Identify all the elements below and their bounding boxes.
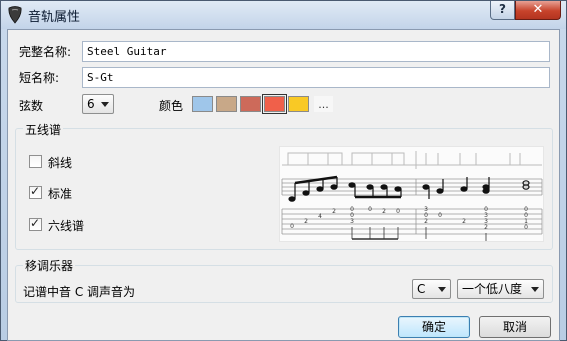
tab-digit: 0 bbox=[396, 208, 400, 215]
cancel-button[interactable]: 取消 bbox=[479, 316, 551, 338]
tab-digit: 3 bbox=[350, 218, 354, 225]
tab-digit: 2 bbox=[382, 208, 386, 215]
help-button[interactable]: ? bbox=[490, 1, 515, 20]
title-bar: 音轨属性 ? ✕ bbox=[1, 1, 566, 29]
more-colors-button[interactable]: ... bbox=[314, 96, 333, 112]
window-title: 音轨属性 bbox=[28, 10, 81, 25]
tab-digit: 2 bbox=[424, 218, 428, 225]
tab-digit: 0 bbox=[290, 223, 294, 230]
standard-label: 标准 bbox=[48, 187, 73, 201]
slash-label: 斜线 bbox=[48, 156, 73, 170]
color-swatch-light-blue[interactable] bbox=[192, 96, 213, 112]
chevron-down-icon bbox=[438, 287, 446, 292]
check-icon: ✓ bbox=[30, 216, 41, 230]
standard-checkbox[interactable]: ✓ bbox=[29, 184, 42, 199]
color-swatch-tan[interactable] bbox=[216, 96, 237, 112]
tab-digit: 2 bbox=[332, 208, 336, 215]
tab-digit: 2 bbox=[484, 224, 488, 231]
color-label: 颜色 bbox=[159, 99, 184, 113]
close-button[interactable]: ✕ bbox=[515, 1, 561, 20]
staff-group-title: 五线谱 bbox=[23, 121, 64, 138]
color-swatch-tomato[interactable] bbox=[262, 94, 287, 114]
transpose-key-select[interactable]: C bbox=[412, 279, 451, 299]
color-swatch-indian-red[interactable] bbox=[240, 96, 261, 112]
full-name-label: 完整名称: bbox=[19, 45, 72, 59]
transpose-octave-select[interactable]: 一个低八度 bbox=[457, 279, 544, 299]
string-count-select[interactable]: 6 bbox=[82, 94, 114, 114]
transpose-octave-value: 一个低八度 bbox=[462, 282, 523, 296]
staff-preview-image: 0 2 4 2 0 0 3 0 2 0 3 0 2 0 2 0 3 3 2 0 … bbox=[281, 151, 543, 241]
dialog-body: 完整名称: Steel Guitar 短名称: S-Gt 弦数 6 颜色 ...… bbox=[7, 29, 560, 341]
string-count-label: 弦数 bbox=[19, 99, 44, 113]
color-swatch-yellow[interactable] bbox=[288, 96, 309, 112]
short-name-input[interactable]: S-Gt bbox=[82, 67, 550, 88]
transpose-key-value: C bbox=[417, 282, 426, 296]
slash-checkbox[interactable] bbox=[29, 155, 42, 168]
chevron-down-icon bbox=[101, 102, 109, 107]
track-properties-dialog: 音轨属性 ? ✕ 完整名称: Steel Guitar 短名称: S-Gt 弦数… bbox=[0, 0, 567, 341]
chevron-down-icon bbox=[531, 287, 539, 292]
full-name-input[interactable]: Steel Guitar bbox=[82, 41, 550, 62]
transpose-group-title: 移调乐器 bbox=[23, 257, 76, 274]
transpose-description: 记谱中音 C 调声音为 bbox=[23, 285, 136, 299]
tab-digit: 2 bbox=[304, 218, 308, 225]
guitar-pick-icon bbox=[8, 6, 22, 24]
tab-digit: 4 bbox=[318, 213, 322, 220]
staff-preview: 0 2 4 2 0 0 3 0 2 0 3 0 2 0 2 0 3 3 2 0 … bbox=[279, 146, 544, 242]
short-name-label: 短名称: bbox=[19, 71, 60, 85]
ok-button[interactable]: 确定 bbox=[398, 316, 470, 338]
tablature-checkbox[interactable]: ✓ bbox=[29, 216, 42, 231]
tab-digit: 0 bbox=[438, 212, 442, 219]
tab-digit: 2 bbox=[462, 218, 466, 225]
tab-digit: 0 bbox=[368, 206, 372, 213]
check-icon: ✓ bbox=[30, 184, 41, 198]
tab-digit: 0 bbox=[524, 224, 528, 231]
tablature-label: 六线谱 bbox=[48, 219, 85, 233]
string-count-value: 6 bbox=[87, 97, 95, 111]
